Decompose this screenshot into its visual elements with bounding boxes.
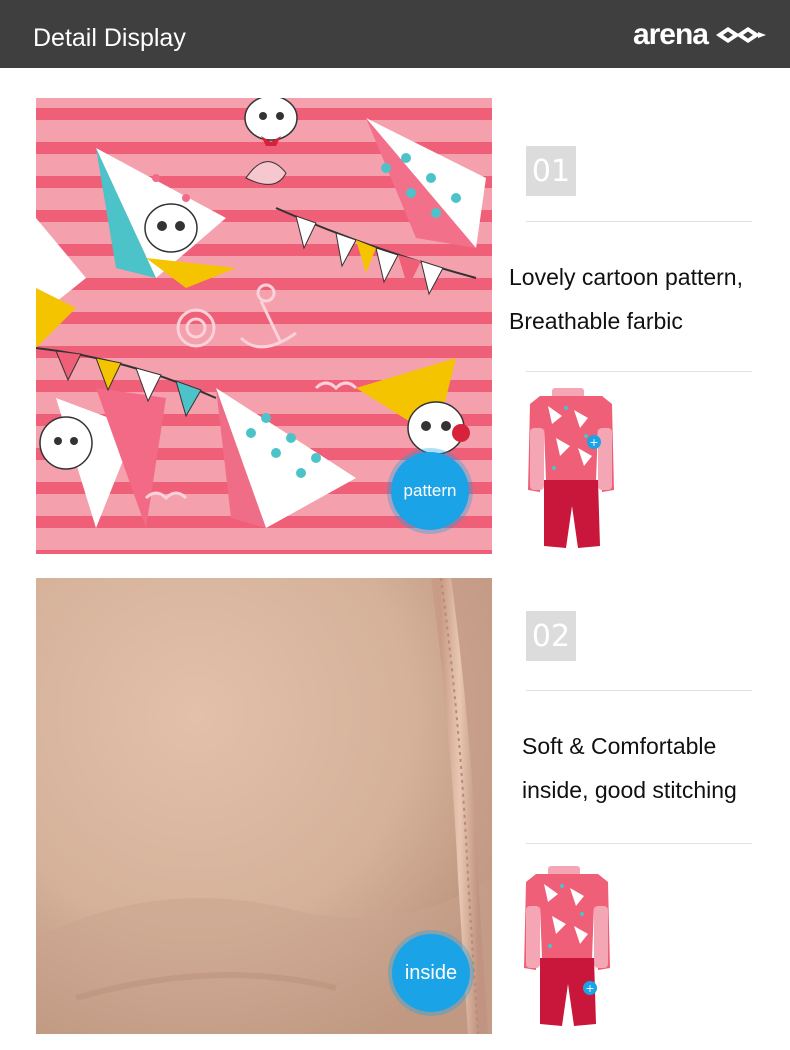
pattern-closeup-image: pattern [36, 98, 492, 554]
brand-logo: arena [633, 18, 768, 52]
detail-text-line-2: Breathable farbic [509, 308, 683, 334]
svg-text:+: + [585, 982, 594, 995]
fabric-closeup-image: inside [36, 578, 492, 1034]
brand-wordmark: arena [632, 18, 709, 51]
inside-badge: inside [392, 934, 470, 1012]
page-title: Detail Display [33, 24, 186, 52]
divider [526, 690, 752, 691]
detail-text-line-2: inside, good stitching [522, 777, 737, 803]
arena-diamonds-icon [716, 27, 766, 43]
divider [526, 843, 752, 844]
swimsuit-thumbnail: + [524, 866, 610, 1026]
detail-text-line-1: Soft & Comfortable [522, 733, 717, 759]
detail-number-02: 02 [526, 611, 576, 661]
swimsuit-thumbnail: + [528, 388, 614, 548]
divider [526, 221, 752, 222]
pattern-badge: pattern [391, 452, 469, 530]
detail-number-01: 01 [526, 146, 576, 196]
header-bar: Detail Display arena [0, 0, 790, 68]
divider [526, 371, 752, 372]
detail-text-line-1: Lovely cartoon pattern, [509, 264, 743, 290]
svg-text:+: + [589, 436, 598, 449]
